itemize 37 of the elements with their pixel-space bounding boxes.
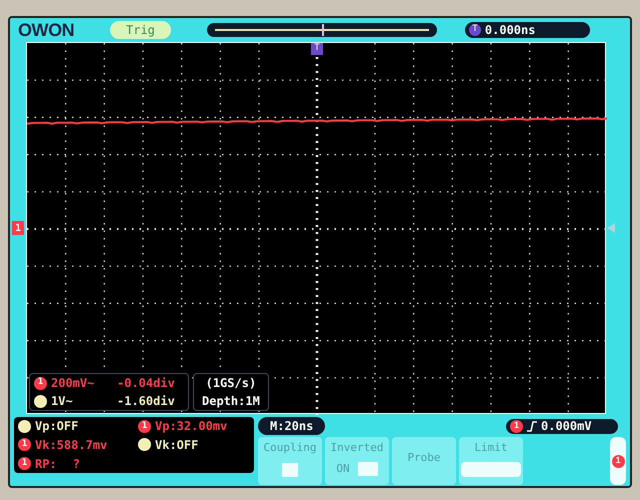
- trigger-time: 0.000ns: [484, 22, 536, 39]
- channel-badge: 1: [510, 420, 523, 432]
- measurement-value: Vp:OFF: [35, 418, 78, 436]
- trigger-marker: T: [468, 24, 481, 36]
- sample-rate: (1GS/s): [206, 375, 256, 392]
- brand-logo: OWON: [18, 18, 76, 42]
- menu-softkey[interactable]: Inverted ON: [325, 437, 389, 485]
- option-box: [358, 462, 378, 476]
- measurement-value: Vk:OFF: [155, 436, 198, 454]
- channel-offset: -1.60div: [117, 393, 175, 410]
- channel-badge: 1: [138, 420, 151, 433]
- trigger-status: Trig: [110, 21, 171, 39]
- measurement-value: Vp:32.00mv: [155, 418, 228, 436]
- menu-softkey[interactable]: Coupling: [258, 437, 322, 485]
- channel-badge: 1: [18, 457, 31, 470]
- channel-badge: 1: [612, 454, 624, 468]
- channel-badge: 1: [34, 376, 47, 390]
- rising-edge-icon: [527, 420, 537, 432]
- measurement-value: ?: [72, 456, 80, 473]
- memory-depth: Depth:1M: [202, 393, 260, 410]
- channel-offset: -0.04div: [117, 375, 175, 392]
- option-value: ON: [336, 460, 350, 476]
- menu-softkey[interactable]: Probe: [392, 437, 456, 485]
- limit-field: [461, 462, 521, 476]
- side-tab[interactable]: 1: [610, 437, 626, 485]
- timebase: M:20ns: [258, 417, 326, 435]
- trigger-level: 0.000mV: [541, 418, 592, 435]
- channel-level-marker: 1: [12, 221, 24, 235]
- menu-softkey[interactable]: Limit: [459, 437, 523, 485]
- option-box: [282, 462, 298, 476]
- measurement-value: RP:: [35, 456, 57, 473]
- trigger-point-marker: T: [311, 43, 323, 55]
- channel-scale: 1V~: [51, 393, 74, 410]
- trigger-level-arrow-icon: [607, 223, 615, 233]
- channel-scale: 200mV~: [51, 375, 96, 392]
- measurement-value: Vk:588.7mv: [35, 436, 108, 454]
- channel-badge: 1: [18, 438, 31, 452]
